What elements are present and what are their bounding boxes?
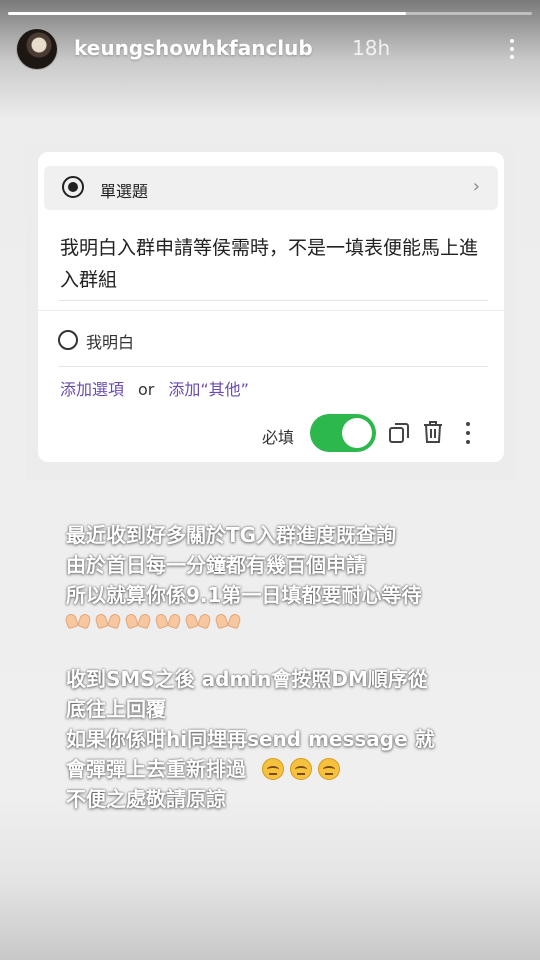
option-label: 我明白 — [86, 333, 135, 352]
story-header: keungshowhkfanclub 18h — [16, 28, 524, 70]
question-text[interactable]: 我明白入群申請等侯需時，不是一填表便能馬上進入群組 — [60, 232, 480, 296]
story-timestamp: 18h — [352, 36, 391, 60]
required-label: 必填 — [262, 428, 295, 447]
question-card: 單選題 › 我明白入群申請等侯需時，不是一填表便能馬上進入群組 我明白 添加選項… — [38, 152, 504, 462]
heart-hands-emoji — [186, 612, 210, 630]
story-background — [0, 0, 540, 960]
radio-empty-icon — [58, 330, 78, 350]
heart-hands-emoji — [66, 612, 90, 630]
required-toggle[interactable] — [310, 414, 376, 452]
add-option-link[interactable]: 添加選項 — [60, 380, 124, 399]
question-type-selector[interactable]: 單選題 › — [44, 166, 498, 210]
caption-paragraph-1: 最近收到好多關於TG入群進度既查詢 由於首日每一分鐘都有幾百個申請 所以就算你係… — [66, 523, 422, 607]
avatar[interactable] — [16, 28, 58, 70]
more-vertical-icon[interactable] — [504, 34, 520, 64]
heart-hands-emoji — [126, 612, 150, 630]
or-text: or — [138, 380, 155, 399]
divider — [58, 366, 488, 367]
relieved-face-emoji — [290, 758, 312, 780]
divider — [58, 300, 488, 301]
story-progress-fill — [8, 12, 407, 15]
copy-icon[interactable] — [388, 422, 410, 444]
more-options-icon[interactable] — [464, 422, 472, 444]
add-option-row: 添加選項 or 添加“其他” — [60, 376, 249, 400]
add-other-link[interactable]: 添加“其他” — [168, 380, 249, 399]
form-screenshot: 單選題 › 我明白入群申請等侯需時，不是一填表便能馬上進入群組 我明白 添加選項… — [26, 146, 516, 480]
relieved-face-emoji — [262, 758, 284, 780]
chevron-right-icon: › — [472, 176, 480, 197]
story-progress-bar — [8, 12, 532, 15]
hands-emoji-row — [66, 612, 240, 634]
radio-selected-icon — [62, 176, 84, 198]
relieved-face-emoji — [318, 758, 340, 780]
divider — [38, 310, 504, 311]
caption-paragraph-2: 收到SMS之後 admin會按照DM順序從 底往上回覆 如果你係咁hi同埋再se… — [66, 667, 435, 811]
toggle-knob — [342, 418, 372, 448]
heart-hands-emoji — [96, 612, 120, 630]
username[interactable]: keungshowhkfanclub — [74, 36, 313, 60]
heart-hands-emoji — [216, 612, 240, 630]
heart-hands-emoji — [156, 612, 180, 630]
question-type-label: 單選題 — [100, 182, 149, 201]
trash-icon[interactable] — [422, 420, 444, 444]
